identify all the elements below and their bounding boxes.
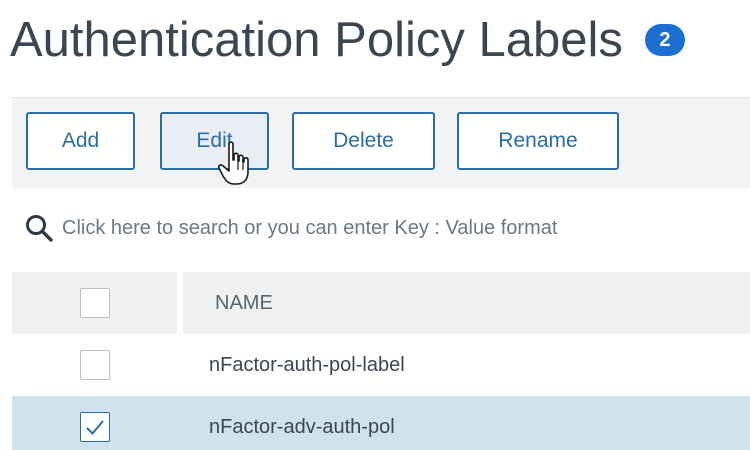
- page-title: Authentication Policy Labels: [10, 13, 623, 67]
- header-checkbox-cell: [12, 272, 177, 334]
- toolbar: Add Edit Delete Rename: [12, 97, 750, 189]
- table-row-selected[interactable]: nFactor-adv-auth-pol: [12, 396, 750, 450]
- count-badge: 2: [644, 24, 685, 56]
- checkmark-icon: [85, 420, 104, 435]
- row-checkbox[interactable]: [79, 350, 110, 380]
- row-checkbox-cell: [12, 396, 177, 450]
- page: Authentication Policy Labels 2 Add Edit …: [0, 0, 750, 450]
- search-input[interactable]: Click here to search or you can enter Ke…: [62, 217, 557, 240]
- row-checkbox-checked[interactable]: [79, 412, 110, 442]
- add-button[interactable]: Add: [26, 112, 135, 170]
- select-all-checkbox[interactable]: [79, 288, 110, 318]
- row-name: nFactor-adv-auth-pol: [209, 415, 395, 438]
- delete-button[interactable]: Delete: [292, 112, 435, 170]
- table-row[interactable]: nFactor-auth-pol-label: [12, 334, 750, 396]
- rename-button[interactable]: Rename: [457, 112, 619, 170]
- column-header-name[interactable]: NAME: [183, 272, 750, 334]
- title-row: Authentication Policy Labels 2: [10, 10, 685, 70]
- table-header-row: NAME: [12, 272, 750, 334]
- hand-pointer-cursor-icon: [217, 141, 249, 185]
- search-bar[interactable]: Click here to search or you can enter Ke…: [12, 188, 750, 268]
- row-checkbox-cell: [12, 334, 177, 396]
- row-name: nFactor-auth-pol-label: [209, 353, 405, 376]
- labels-table: NAME nFactor-auth-pol-label nFactor-adv-…: [12, 272, 750, 450]
- search-icon: [26, 215, 53, 242]
